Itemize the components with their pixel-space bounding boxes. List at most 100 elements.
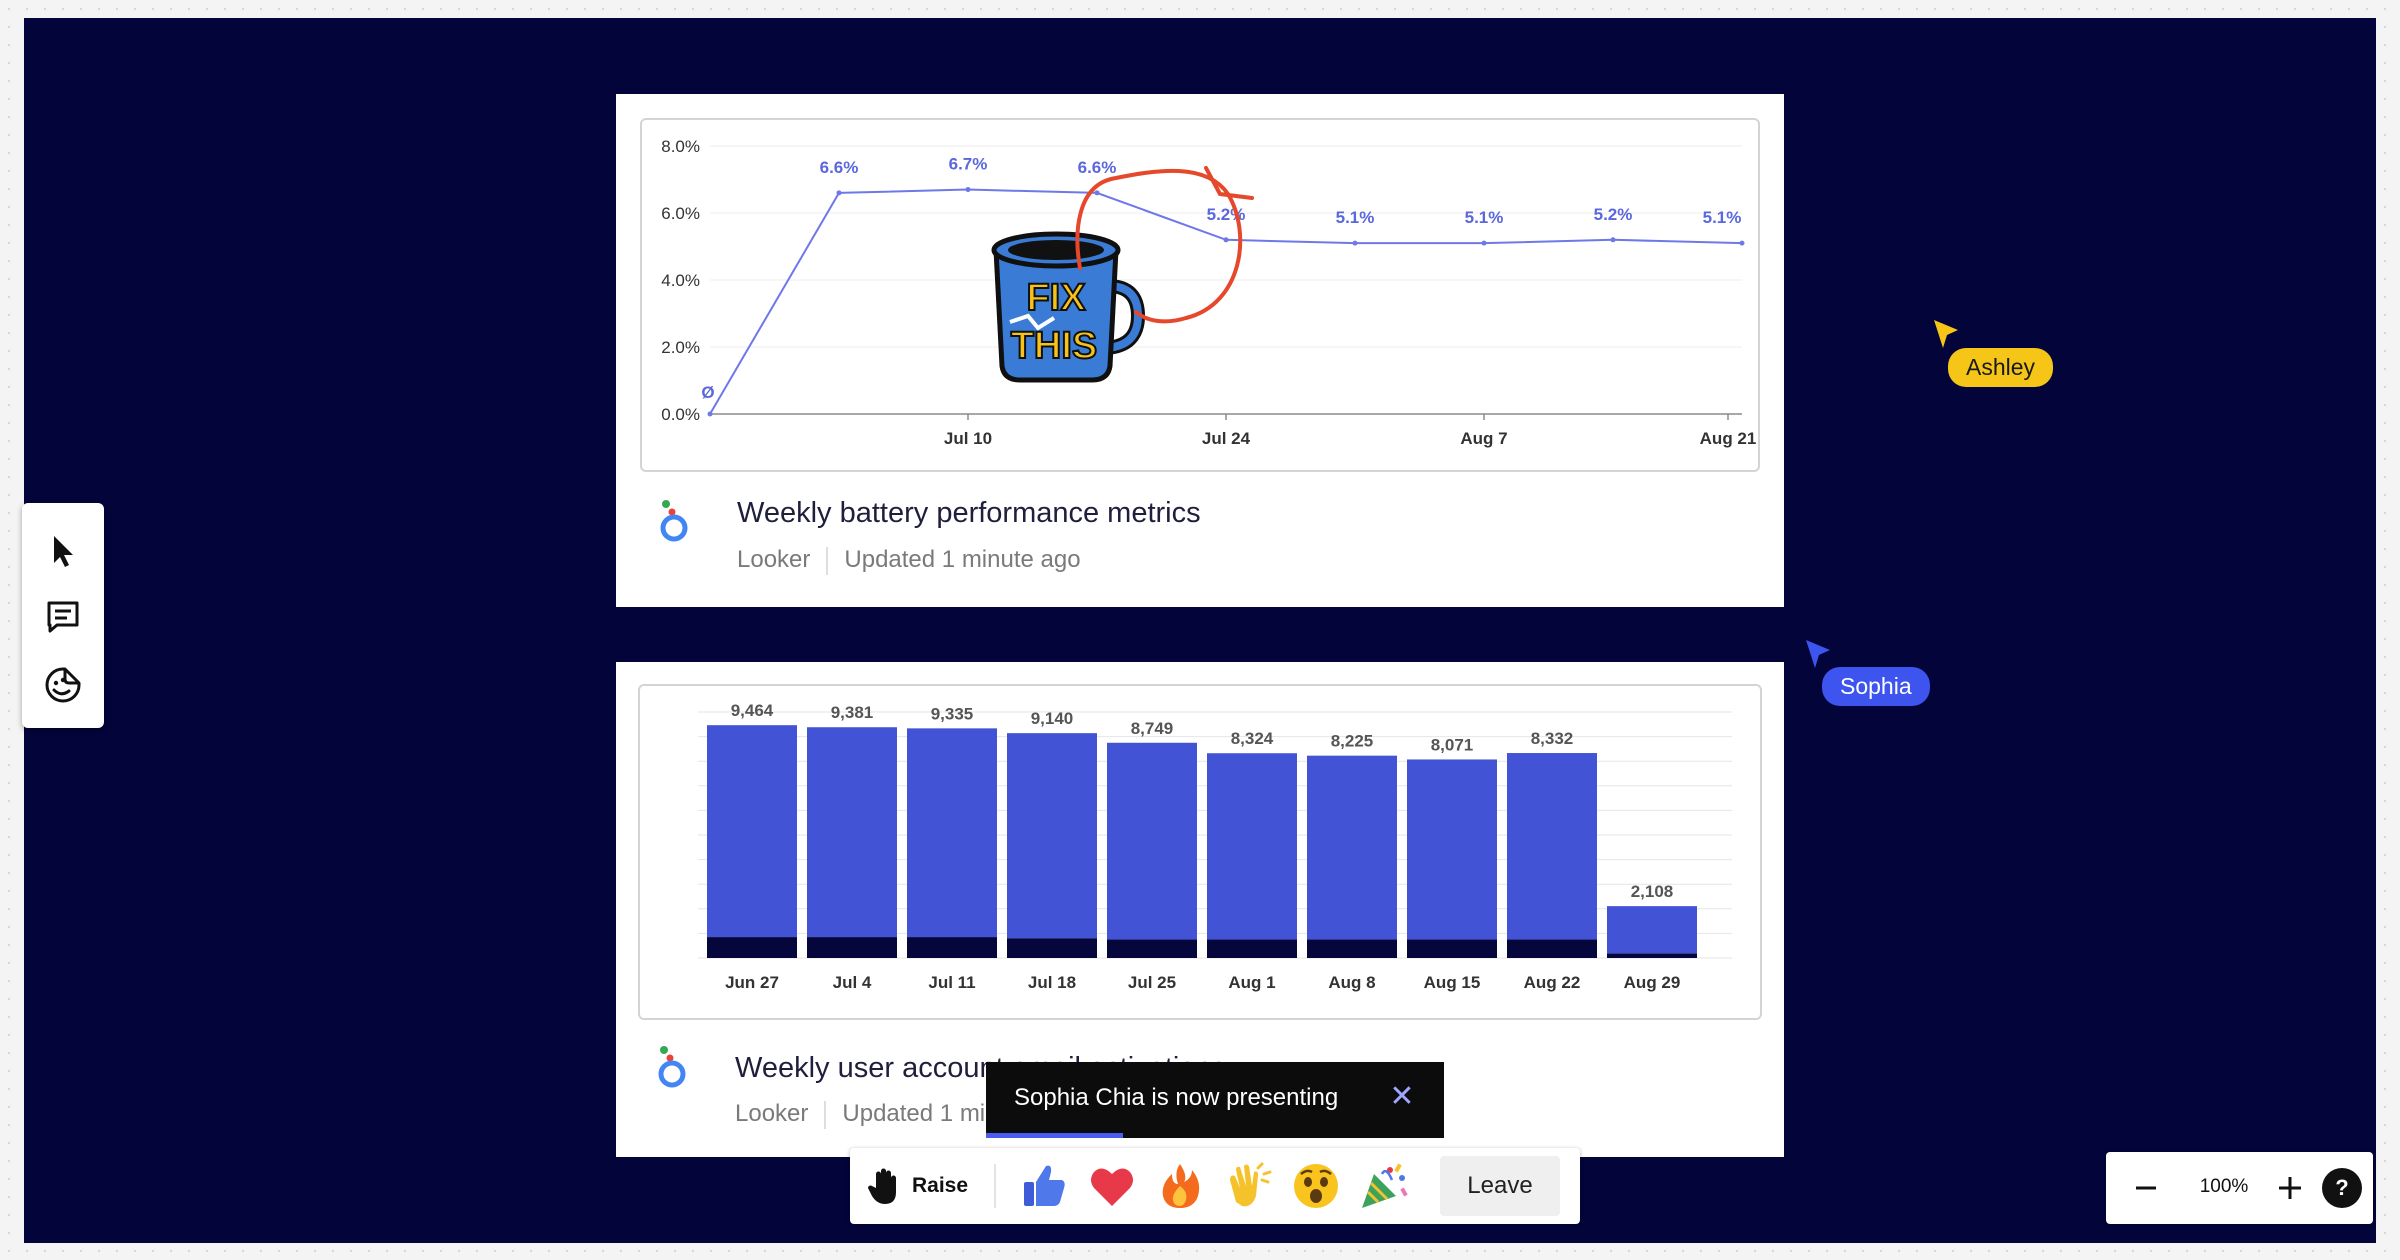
activations-bar-chart: 9,464 Jun 27 9,381 Jul 4 9,335 Jul 11 9,140 Jul…: [698, 701, 1732, 992]
select-tool-button[interactable]: [41, 529, 85, 573]
x-tick-label: Aug 29: [1624, 973, 1681, 992]
bar-base-segment: [1007, 938, 1097, 958]
zoom-out-button[interactable]: [2124, 1166, 2168, 1210]
party-popper-icon[interactable]: [1358, 1160, 1410, 1212]
y-tick-label: 8.0%: [661, 137, 700, 156]
heart-icon[interactable]: [1086, 1160, 1138, 1212]
data-label: 6.6%: [820, 158, 859, 177]
comment-tool-button[interactable]: [41, 595, 85, 639]
y-tick-label: 0.0%: [661, 405, 700, 424]
card-source: Looker: [735, 1100, 809, 1127]
zoom-in-button[interactable]: [2268, 1166, 2312, 1210]
x-tick-label: Jul 18: [1028, 973, 1076, 992]
data-label: 5.1%: [1336, 208, 1375, 227]
data-point: [836, 190, 842, 196]
bar-base-segment: [1407, 939, 1497, 958]
bar-segment: [707, 725, 797, 938]
x-tick-label: Jul 25: [1128, 973, 1176, 992]
card-updated: Updated 1 minute ago: [844, 546, 1081, 573]
raised-hand-icon: [868, 1168, 896, 1204]
comment-icon: [47, 601, 79, 633]
bar-segment: [1407, 759, 1497, 940]
data-point: [1481, 240, 1487, 246]
thumbs-up-icon[interactable]: [1018, 1160, 1070, 1212]
bar-chart-frame: 9,464 Jun 27 9,381 Jul 4 9,335 Jul 11 9,140 Jul…: [638, 684, 1762, 1020]
data-label: 5.2%: [1594, 205, 1633, 224]
bar-base-segment: [707, 937, 797, 958]
bar-value-label: 9,335: [931, 704, 974, 723]
card-meta: Looker Updated 1 minute ago: [737, 546, 1081, 575]
looker-logo-icon: [658, 1046, 686, 1088]
x-tick-label: Aug 1: [1228, 973, 1275, 992]
bar-value-label: 8,749: [1131, 719, 1174, 738]
bar-segment: [1207, 753, 1297, 940]
bar-base-segment: [1207, 939, 1297, 958]
x-tick-label: Jul 11: [928, 973, 975, 992]
battery-metrics-card[interactable]: 0.0% 2.0% 4.0% 6.0% 8.0% Ø 6.6% 6.7% 6.6% 5.2% 5.1…: [616, 94, 1784, 607]
bar-segment: [807, 727, 897, 938]
plus-icon: [2279, 1177, 2301, 1199]
x-tick-label: Aug 15: [1424, 973, 1481, 992]
x-tick-label: Aug 21: [1700, 429, 1757, 448]
data-point: [707, 411, 713, 417]
sticker-smiley-icon: [45, 667, 81, 703]
clapping-hands-icon[interactable]: [1222, 1160, 1274, 1212]
presenting-toast: Sophia Chia is now presenting ✕: [986, 1062, 1444, 1138]
y-tick-label: 6.0%: [661, 204, 700, 223]
ashley-cursor-icon: [1934, 320, 1958, 348]
bar-segment: [1007, 733, 1097, 939]
data-point: [1352, 240, 1358, 246]
bar-value-label: 9,381: [831, 703, 874, 722]
data-point: [965, 187, 971, 193]
bar-value-label: 2,108: [1631, 882, 1674, 901]
x-tick-label: Aug 8: [1328, 973, 1375, 992]
zoom-controls: 100% ?: [2106, 1152, 2373, 1224]
data-label: Ø: [701, 383, 714, 402]
bar-base-segment: [1607, 953, 1697, 958]
zoom-level: 100%: [2199, 1176, 2249, 1197]
bar-value-label: 9,464: [731, 701, 774, 720]
bar-segment: [1107, 742, 1197, 940]
toast-close-button[interactable]: ✕: [1388, 1080, 1416, 1113]
bar-base-segment: [807, 937, 897, 958]
bar-value-label: 9,140: [1031, 709, 1074, 728]
x-tick-label: Jul 4: [833, 973, 872, 992]
toast-progress-bar: [986, 1133, 1124, 1138]
y-tick-label: 4.0%: [661, 271, 700, 290]
leave-button[interactable]: Leave: [1440, 1156, 1560, 1216]
data-point: [1739, 240, 1745, 246]
data-label: 6.7%: [949, 155, 988, 174]
help-button[interactable]: ?: [2322, 1168, 2362, 1208]
bar-base-segment: [1107, 939, 1197, 958]
x-tick-label: Jul 10: [944, 429, 992, 448]
data-point: [1610, 237, 1616, 243]
surprised-face-icon[interactable]: [1290, 1160, 1342, 1212]
bar-value-label: 8,324: [1231, 729, 1274, 748]
red-ink-annotation[interactable]: [1056, 154, 1256, 334]
presentation-stage: 0.0% 2.0% 4.0% 6.0% 8.0% Ø 6.6% 6.7% 6.6% 5.2% 5.1…: [24, 18, 2376, 1243]
x-tick-label: Aug 22: [1524, 973, 1581, 992]
question-mark-icon: ?: [2335, 1175, 2349, 1200]
x-tick-label: Jul 24: [1202, 429, 1251, 448]
fire-icon[interactable]: [1154, 1160, 1206, 1212]
bar-segment: [1307, 755, 1397, 940]
card-source: Looker: [737, 546, 811, 573]
reaction-bar: Raise Leave: [850, 1148, 1580, 1224]
x-tick-label: Jun 27: [725, 973, 779, 992]
looker-logo-icon: [660, 500, 688, 542]
data-label: 5.1%: [1703, 208, 1742, 227]
card-title: Weekly battery performance metrics: [737, 497, 1201, 529]
bar-base-segment: [907, 937, 997, 958]
minus-icon: [2136, 1186, 2156, 1190]
sophia-cursor-icon: [1806, 640, 1830, 668]
y-tick-label: 2.0%: [661, 338, 700, 357]
pointer-arrow-icon: [54, 536, 73, 567]
bar-value-label: 8,225: [1331, 732, 1374, 751]
raise-hand-button[interactable]: Raise: [866, 1160, 968, 1212]
sticker-tool-button[interactable]: [41, 663, 85, 707]
cursor-label-sophia: Sophia: [1822, 667, 1930, 706]
raise-label: Raise: [912, 1174, 969, 1197]
toast-message: Sophia Chia is now presenting: [1014, 1084, 1339, 1111]
x-tick-label: Aug 7: [1460, 429, 1507, 448]
left-toolbar: [22, 503, 104, 728]
